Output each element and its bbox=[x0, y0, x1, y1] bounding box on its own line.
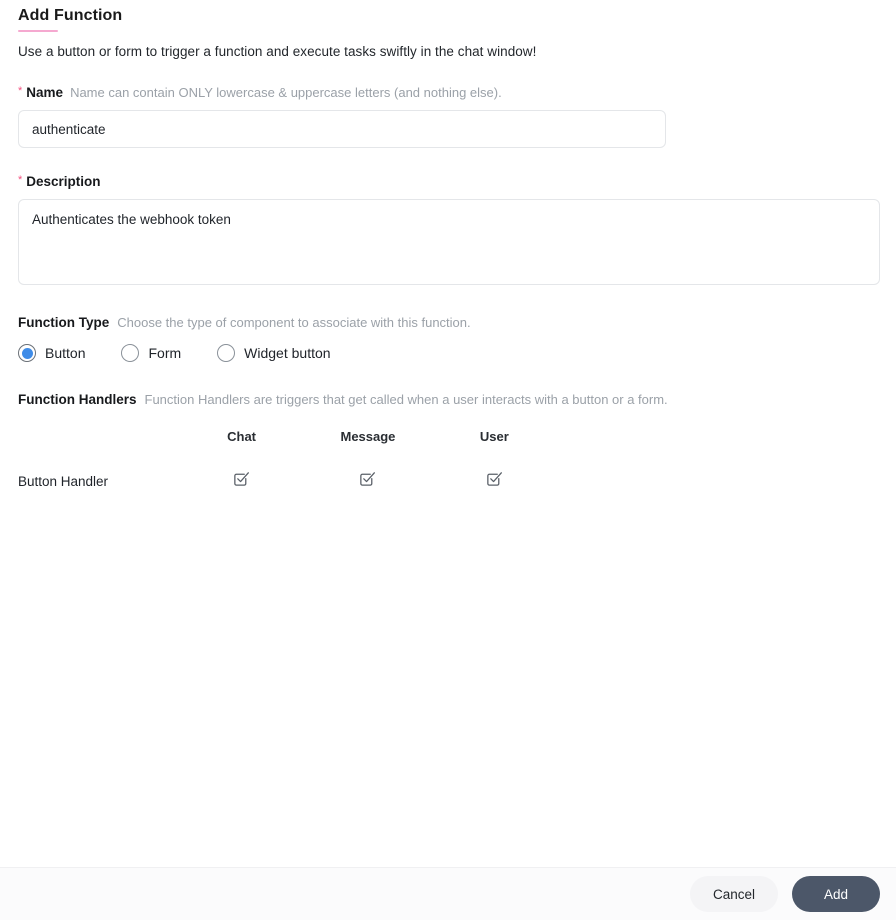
function-handlers-group: Function Handlers Function Handlers are … bbox=[0, 392, 896, 494]
function-handlers-label: Function Handlers bbox=[18, 392, 137, 407]
description-label-row: * Description bbox=[18, 174, 878, 189]
function-type-group: Function Type Choose the type of compone… bbox=[0, 315, 896, 362]
name-label: Name bbox=[26, 85, 64, 100]
function-handlers-hint: Function Handlers are triggers that get … bbox=[144, 392, 668, 407]
name-input[interactable] bbox=[18, 110, 666, 148]
checkbox-cell-chat[interactable] bbox=[198, 468, 285, 494]
description-label: Description bbox=[26, 174, 101, 189]
table-header-handler bbox=[18, 429, 198, 468]
radio-option-button[interactable]: Button bbox=[18, 344, 85, 362]
function-handlers-label-row: Function Handlers Function Handlers are … bbox=[18, 392, 878, 407]
table-row: Button Handler bbox=[18, 468, 538, 494]
checkbox-checked-icon[interactable] bbox=[485, 469, 504, 493]
dialog-footer: Cancel Add bbox=[0, 867, 896, 920]
radio-icon-button[interactable] bbox=[18, 344, 36, 362]
add-button[interactable]: Add bbox=[792, 876, 880, 912]
radio-label-form: Form bbox=[148, 345, 182, 361]
description-field-group: * Description bbox=[0, 174, 896, 285]
required-asterisk-name: * bbox=[18, 85, 23, 97]
radio-option-form[interactable]: Form bbox=[121, 344, 181, 362]
row-label-button-handler: Button Handler bbox=[18, 473, 109, 489]
function-type-hint: Choose the type of component to associat… bbox=[117, 315, 471, 330]
function-type-radio-group: Button Form Widget button bbox=[18, 344, 878, 362]
table-header-message: Message bbox=[340, 429, 396, 444]
table-header-row: Chat Message User bbox=[18, 429, 538, 468]
function-type-label: Function Type bbox=[18, 315, 110, 330]
checkbox-cell-message[interactable] bbox=[285, 468, 451, 494]
checkbox-checked-icon[interactable] bbox=[358, 469, 377, 493]
radio-icon-widget-button[interactable] bbox=[217, 344, 236, 362]
page-title: Add Function bbox=[18, 7, 123, 24]
table-header-user: User bbox=[479, 429, 509, 444]
radio-label-button: Button bbox=[45, 345, 86, 361]
function-handlers-table: Chat Message User Button Handler bbox=[18, 429, 538, 494]
radio-icon-form[interactable] bbox=[121, 344, 140, 362]
title-underline bbox=[18, 30, 58, 32]
dialog-header: Add Function Use a button or form to tri… bbox=[0, 0, 896, 59]
table-header-chat: Chat bbox=[227, 429, 256, 444]
name-field-group: * Name Name can contain ONLY lowercase &… bbox=[0, 85, 896, 148]
radio-label-widget-button: Widget button bbox=[244, 345, 331, 361]
required-asterisk-description: * bbox=[18, 174, 23, 186]
function-type-label-row: Function Type Choose the type of compone… bbox=[18, 315, 878, 330]
checkbox-cell-user[interactable] bbox=[451, 468, 538, 494]
dialog-subtitle: Use a button or form to trigger a functi… bbox=[18, 44, 537, 59]
name-label-row: * Name Name can contain ONLY lowercase &… bbox=[18, 85, 878, 100]
checkbox-checked-icon[interactable] bbox=[232, 469, 251, 493]
radio-option-widget-button[interactable]: Widget button bbox=[217, 344, 331, 362]
cancel-button[interactable]: Cancel bbox=[690, 876, 778, 912]
add-function-dialog: Add Function Use a button or form to tri… bbox=[0, 0, 896, 920]
description-textarea[interactable] bbox=[18, 199, 880, 285]
name-hint: Name can contain ONLY lowercase & upperc… bbox=[70, 85, 502, 100]
